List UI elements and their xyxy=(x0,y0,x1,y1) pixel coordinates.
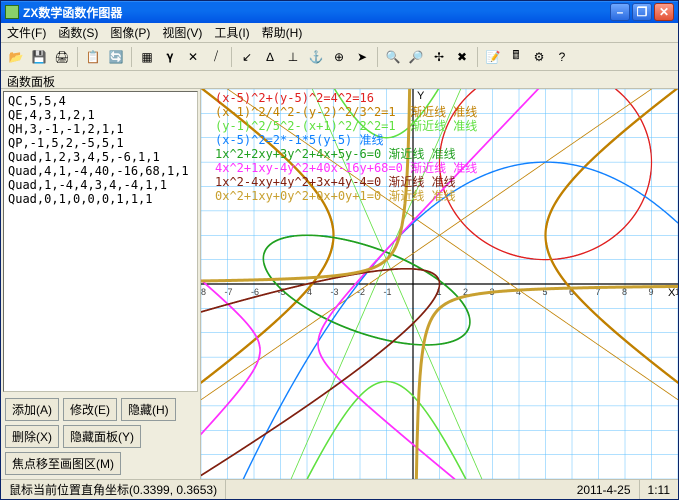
menu-image[interactable]: 图像(P) xyxy=(110,24,150,41)
minimize-button[interactable]: – xyxy=(610,3,630,21)
title-bar: ZX数学函数作图器 – ❐ ✕ xyxy=(1,1,678,23)
tool-target-icon[interactable]: ⊕ xyxy=(328,46,350,68)
list-item[interactable]: Quad,1,-4,4,3,4,-4,1,1 xyxy=(8,178,193,192)
tool-l-icon[interactable]: ↙ xyxy=(236,46,258,68)
menu-file[interactable]: 文件(F) xyxy=(7,24,46,41)
function-list[interactable]: QC,5,5,4QE,4,3,1,2,1QH,3,-1,-1,2,1,1QP,-… xyxy=(3,91,198,392)
settings-icon[interactable]: ✖ xyxy=(451,46,473,68)
maximize-button[interactable]: ❐ xyxy=(632,3,652,21)
app-icon xyxy=(5,5,19,19)
window-title: ZX数学函数作图器 xyxy=(23,4,610,21)
add-button[interactable]: 添加(A) xyxy=(5,398,59,421)
open-icon[interactable]: 📂 xyxy=(5,46,27,68)
tool-y-icon[interactable]: 𝛄 xyxy=(159,46,181,68)
modify-button[interactable]: 修改(E) xyxy=(63,398,117,421)
menu-bar: 文件(F) 函数(S) 图像(P) 视图(V) 工具(I) 帮助(H) xyxy=(1,23,678,43)
tool-asym-icon[interactable]: ⧸ xyxy=(205,46,227,68)
status-date: 2011-4-25 xyxy=(569,480,640,499)
list-item[interactable]: Quad,0,1,0,0,0,1,1,1 xyxy=(8,192,193,206)
print-icon[interactable]: 🖨 xyxy=(51,46,73,68)
help-icon[interactable]: ? xyxy=(551,46,573,68)
hide-button[interactable]: 隐藏(H) xyxy=(121,398,176,421)
list-item[interactable]: QE,4,3,1,2,1 xyxy=(8,108,193,122)
zoom-out-icon[interactable]: 🔍 xyxy=(382,46,404,68)
hide-panel-button[interactable]: 隐藏面板(Y) xyxy=(63,425,141,448)
status-coords: 鼠标当前位置直角坐标(0.3399, 0.3653) xyxy=(1,480,226,499)
list-item[interactable]: QP,-1,5,2,-5,5,1 xyxy=(8,136,193,150)
svg-text:-1: -1 xyxy=(384,287,392,297)
focus-plot-button[interactable]: 焦点移至画图区(M) xyxy=(5,452,121,475)
svg-text:-7: -7 xyxy=(225,287,233,297)
svg-text:10: 10 xyxy=(675,287,678,297)
save-icon[interactable]: 💾 xyxy=(28,46,50,68)
svg-text:9: 9 xyxy=(649,287,654,297)
cross-icon[interactable]: ✢ xyxy=(428,46,450,68)
list-item[interactable]: QC,5,5,4 xyxy=(8,94,193,108)
list-item[interactable]: Quad,1,2,3,4,5,-6,1,1 xyxy=(8,150,193,164)
plot-area[interactable]: XY-8-7-6-5-4-3-2-112345678910 (x-5)^2+(y… xyxy=(201,89,678,479)
function-panel: QC,5,5,4QE,4,3,1,2,1QH,3,-1,-1,2,1,1QP,-… xyxy=(1,89,201,479)
zoom-in-icon[interactable]: 🔎 xyxy=(405,46,427,68)
list-item[interactable]: QH,3,-1,-1,2,1,1 xyxy=(8,122,193,136)
calc-icon[interactable]: 🖩 xyxy=(505,46,527,68)
copy-icon[interactable]: 📋 xyxy=(82,46,104,68)
status-bar: 鼠标当前位置直角坐标(0.3399, 0.3653) 2011-4-25 1:1… xyxy=(1,479,678,499)
panel-header: 函数面板 xyxy=(1,71,678,89)
menu-tools[interactable]: 工具(I) xyxy=(214,24,249,41)
tool-arrow-icon[interactable]: ➤ xyxy=(351,46,373,68)
delete-button[interactable]: 删除(X) xyxy=(5,425,59,448)
equation-overlay: (x-5)^2+(y-5)^2=4^2=16(x-1)^2/4^2-(y-2)^… xyxy=(215,91,477,203)
tool-x-icon[interactable]: ✕ xyxy=(182,46,204,68)
menu-help[interactable]: 帮助(H) xyxy=(262,24,303,41)
menu-func[interactable]: 函数(S) xyxy=(58,24,98,41)
close-button[interactable]: ✕ xyxy=(654,3,674,21)
process-icon[interactable]: ⚙ xyxy=(528,46,550,68)
svg-text:-2: -2 xyxy=(357,287,365,297)
text-icon[interactable]: 📝 xyxy=(482,46,504,68)
function-icon[interactable]: 🔄 xyxy=(105,46,127,68)
tool-a-icon[interactable]: ∆ xyxy=(259,46,281,68)
menu-view[interactable]: 视图(V) xyxy=(162,24,202,41)
toolbar: 📂 💾 🖨 📋 🔄 ▦ 𝛄 ✕ ⧸ ↙ ∆ ⊥ ⚓ ⊕ ➤ 🔍 🔎 ✢ ✖ 📝 … xyxy=(1,43,678,71)
tool-split-icon[interactable]: ⊥ xyxy=(282,46,304,68)
status-time: 1:11 xyxy=(640,480,678,499)
grid-icon[interactable]: ▦ xyxy=(136,46,158,68)
list-item[interactable]: Quad,4,1,-4,40,-16,68,1,1 xyxy=(8,164,193,178)
tool-ship-icon[interactable]: ⚓ xyxy=(305,46,327,68)
svg-text:-3: -3 xyxy=(331,287,339,297)
svg-text:-8: -8 xyxy=(201,287,206,297)
